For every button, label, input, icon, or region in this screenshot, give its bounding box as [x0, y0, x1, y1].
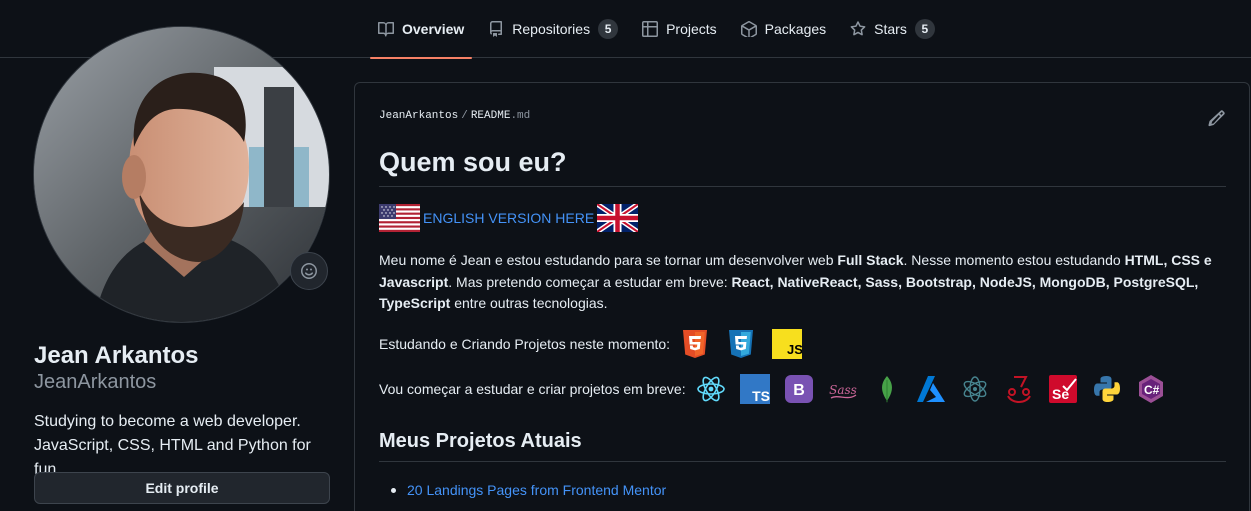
svg-text:C#: C#: [1144, 383, 1160, 397]
tab-overview[interactable]: Overview: [370, 0, 473, 59]
pencil-icon[interactable]: [1208, 109, 1226, 127]
readme-card: JeanArkantos / README.md Quem sou eu? ENGL…: [354, 82, 1250, 511]
breadcrumb-separator: /: [461, 110, 468, 122]
book-icon: [378, 21, 394, 37]
smiley-icon: [301, 263, 317, 279]
mongodb-icon: [881, 376, 892, 403]
studying-label: Estudando e Criando Projetos neste momen…: [379, 336, 671, 352]
intro-bold-1: Full Stack: [837, 252, 904, 268]
tab-label: Packages: [764, 21, 827, 37]
star-icon: [850, 21, 866, 36]
intro-text-3: . Mas pretendo começar a estudar em brev…: [448, 273, 732, 290]
profile-tabs: Overview Repositories 5 Projects Package…: [370, 0, 951, 59]
jest-icon: [1006, 376, 1031, 403]
intro-text-4: entre outras tecnologias.: [450, 295, 608, 311]
list-item: 20 Landings Pages from Frontend Mentor: [391, 482, 666, 498]
avatar-photo: [34, 27, 329, 322]
readme-breadcrumb: JeanArkantos / README.md: [379, 110, 530, 122]
readme-heading: Quem sou eu?: [379, 147, 567, 177]
tab-label: Projects: [666, 21, 717, 37]
tab-label: Repositories: [512, 21, 591, 37]
english-version-link[interactable]: ENGLISH VERSION HERE: [423, 210, 594, 226]
breadcrumb-file: README: [470, 110, 511, 122]
profile-name: Jean Arkantos: [34, 342, 199, 369]
tab-repositories[interactable]: Repositories 5: [480, 0, 626, 58]
studying-row: Estudando e Criando Projetos neste momen…: [379, 329, 818, 359]
projects-heading: Meus Projetos Atuais: [379, 430, 582, 452]
react-icon: [696, 376, 725, 402]
repo-icon: [490, 21, 503, 37]
edit-profile-button[interactable]: Edit profile: [34, 472, 330, 504]
heading-divider: [379, 186, 1226, 187]
sass-icon: Sass: [829, 383, 857, 399]
svg-text:B: B: [793, 382, 805, 399]
future-row: Vou começar a estudar e criar projetos e…: [379, 374, 1180, 404]
css3-icon: [729, 330, 754, 358]
tab-packages[interactable]: Packages: [733, 0, 834, 58]
intro-text-2: . Nesse momento estou estudando: [903, 252, 1125, 268]
projects-divider: [379, 461, 1226, 462]
electron-icon: [963, 376, 986, 402]
intro-text-1: Meu nome é Jean e estou estudando para s…: [379, 252, 838, 268]
stars-count-badge: 5: [914, 19, 935, 39]
tab-stars[interactable]: Stars 5: [842, 0, 943, 58]
html5-icon: [683, 330, 708, 358]
profile-username: JeanArkantos: [34, 371, 157, 393]
bootstrap-icon: B: [784, 375, 813, 403]
typescript-icon: TS: [739, 374, 770, 404]
table-icon: [642, 21, 659, 37]
avatar[interactable]: [33, 26, 330, 323]
tab-label: Stars: [874, 21, 907, 37]
breadcrumb-user-link[interactable]: JeanArkantos: [379, 110, 458, 122]
bullet: [391, 487, 396, 493]
repositories-count-badge: 5: [598, 19, 619, 39]
svg-text:Sass: Sass: [829, 383, 857, 397]
svg-text:JS: JS: [787, 342, 802, 357]
package-icon: [740, 21, 757, 37]
selenium-icon: Se: [1048, 375, 1077, 403]
breadcrumb-extension: .md: [510, 110, 531, 122]
intro-paragraph: Meu nome é Jean e estou estudando para s…: [379, 250, 1229, 315]
future-label: Vou começar a estudar e criar projetos e…: [379, 381, 686, 397]
svg-text:TS: TS: [752, 388, 770, 404]
python-icon: [1093, 376, 1120, 402]
uk-flag-icon: [597, 204, 639, 232]
tab-label: Overview: [402, 21, 465, 37]
tab-projects[interactable]: Projects: [634, 0, 725, 58]
project-link[interactable]: 20 Landings Pages from Frontend Mentor: [407, 482, 666, 498]
javascript-icon: JS: [772, 329, 803, 359]
csharp-icon: C#: [1138, 375, 1163, 403]
set-status-button[interactable]: [290, 252, 328, 290]
azure-icon: [916, 376, 945, 402]
us-flag-icon: [379, 204, 420, 232]
english-version-line: ENGLISH VERSION HERE: [379, 204, 639, 232]
